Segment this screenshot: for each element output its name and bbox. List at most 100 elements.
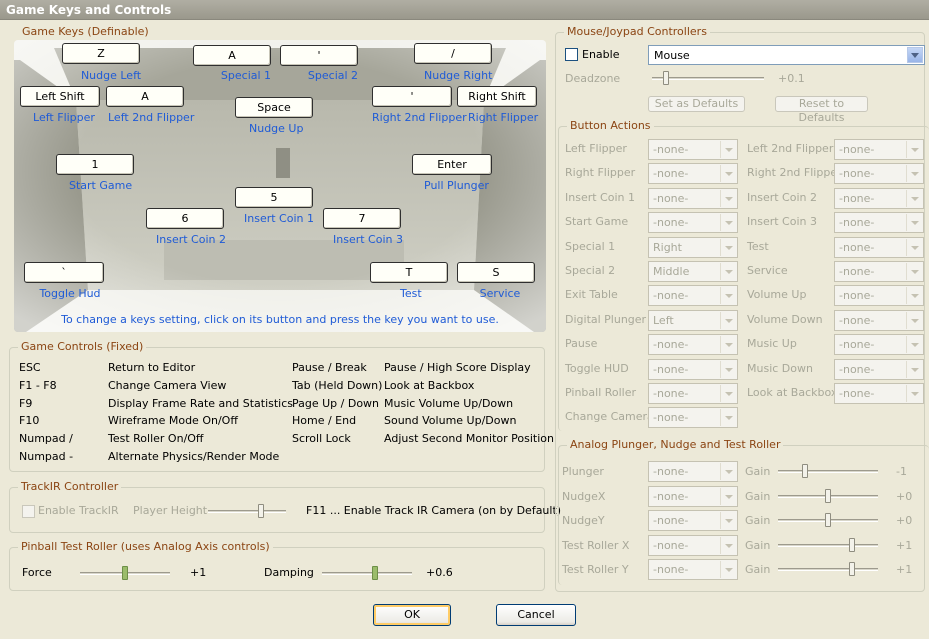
- analog-select[interactable]: -none-: [648, 534, 738, 556]
- gain-slider[interactable]: [778, 562, 878, 576]
- key-button-17[interactable]: S: [457, 262, 535, 283]
- action-select[interactable]: -none-: [648, 187, 738, 209]
- action-select[interactable]: -none-: [834, 334, 924, 356]
- chevron-down-icon[interactable]: [720, 189, 736, 207]
- chevron-down-icon[interactable]: [906, 336, 922, 354]
- key-button-11[interactable]: Enter: [412, 154, 492, 175]
- cancel-button[interactable]: Cancel: [496, 604, 576, 626]
- chevron-down-icon[interactable]: [720, 311, 736, 329]
- key-button-1[interactable]: Z: [62, 43, 140, 64]
- chevron-down-icon[interactable]: [906, 263, 922, 280]
- key-button-13[interactable]: 6: [146, 208, 224, 229]
- action-select[interactable]: Middle: [648, 261, 738, 282]
- action-select[interactable]: -none-: [834, 309, 924, 331]
- chevron-down-icon[interactable]: [720, 336, 736, 354]
- chevron-down-icon[interactable]: [720, 214, 736, 232]
- chevron-down-icon[interactable]: [720, 287, 736, 305]
- key-button-12[interactable]: 5: [235, 187, 313, 208]
- key-button-3[interactable]: ': [280, 45, 358, 66]
- action-select[interactable]: -none-: [648, 358, 738, 380]
- force-thumb[interactable]: [122, 566, 128, 580]
- action-select[interactable]: Right: [648, 236, 738, 258]
- key-button-16[interactable]: T: [370, 262, 448, 283]
- enable-mouse-checkbox[interactable]: [565, 48, 578, 61]
- chevron-down-icon[interactable]: [720, 165, 736, 183]
- key-button-6[interactable]: A: [106, 86, 184, 107]
- chevron-down-icon[interactable]: [720, 263, 736, 280]
- key-button-9[interactable]: Right Shift: [457, 86, 537, 107]
- chevron-down-icon[interactable]: [720, 238, 736, 256]
- key-button-5[interactable]: Left Shift: [20, 86, 100, 107]
- key-button-10[interactable]: 1: [56, 154, 134, 175]
- gain-thumb[interactable]: [825, 488, 831, 503]
- chevron-down-icon[interactable]: [906, 141, 922, 158]
- action-select[interactable]: -none-: [648, 212, 738, 234]
- key-button-8[interactable]: ': [372, 86, 452, 107]
- chevron-down-icon[interactable]: [906, 311, 922, 329]
- action-select[interactable]: -none-: [834, 163, 924, 185]
- action-select[interactable]: -none-: [834, 261, 924, 282]
- player-height-slider[interactable]: [208, 504, 286, 518]
- device-select[interactable]: Mouse: [648, 45, 925, 65]
- action-select[interactable]: -none-: [834, 285, 924, 307]
- enable-trackir-checkbox[interactable]: [22, 505, 35, 518]
- key-button-14[interactable]: 7: [323, 208, 401, 229]
- key-button-2[interactable]: A: [193, 45, 271, 66]
- key-button-7[interactable]: Space: [235, 97, 313, 118]
- set-defaults-button[interactable]: Set as Defaults: [648, 96, 745, 112]
- chevron-down-icon[interactable]: [720, 463, 736, 480]
- action-select[interactable]: -none-: [834, 139, 924, 160]
- chevron-down-icon[interactable]: [907, 47, 923, 63]
- action-select[interactable]: -none-: [648, 383, 738, 404]
- action-select[interactable]: -none-: [834, 358, 924, 380]
- gain-slider[interactable]: [778, 488, 878, 503]
- gain-thumb[interactable]: [825, 513, 831, 527]
- chevron-down-icon[interactable]: [720, 141, 736, 158]
- key-button-4[interactable]: /: [414, 43, 492, 64]
- ok-button[interactable]: OK: [373, 604, 451, 626]
- force-slider[interactable]: [80, 566, 170, 580]
- chevron-down-icon[interactable]: [720, 385, 736, 402]
- key-button-15[interactable]: `: [24, 262, 104, 283]
- chevron-down-icon[interactable]: [720, 487, 736, 505]
- reset-defaults-button[interactable]: Reset to Defaults: [775, 96, 868, 124]
- action-select[interactable]: Left: [648, 309, 738, 331]
- analog-select[interactable]: -none-: [648, 510, 738, 531]
- chevron-down-icon[interactable]: [720, 561, 736, 578]
- action-select[interactable]: -none-: [834, 187, 924, 209]
- damping-thumb[interactable]: [372, 566, 379, 580]
- chevron-down-icon[interactable]: [906, 165, 922, 183]
- chevron-down-icon[interactable]: [906, 189, 922, 207]
- deadzone-slider[interactable]: [652, 71, 764, 85]
- gain-thumb[interactable]: [848, 562, 855, 576]
- action-select[interactable]: -none-: [648, 163, 738, 185]
- gain-thumb[interactable]: [801, 464, 808, 478]
- chevron-down-icon[interactable]: [906, 360, 922, 378]
- damping-slider[interactable]: [322, 566, 412, 580]
- chevron-down-icon[interactable]: [720, 409, 736, 427]
- analog-select[interactable]: -none-: [648, 559, 738, 580]
- chevron-down-icon[interactable]: [906, 287, 922, 305]
- action-select[interactable]: -none-: [648, 334, 738, 356]
- gain-value: +0: [896, 514, 913, 527]
- action-select[interactable]: -none-: [834, 383, 924, 404]
- chevron-down-icon[interactable]: [720, 360, 736, 378]
- chevron-down-icon[interactable]: [906, 238, 922, 256]
- analog-select[interactable]: -none-: [648, 461, 738, 482]
- analog-select[interactable]: -none-: [648, 485, 738, 507]
- gain-slider[interactable]: [778, 537, 878, 552]
- action-select[interactable]: -none-: [834, 212, 924, 234]
- chevron-down-icon[interactable]: [906, 214, 922, 232]
- action-select[interactable]: -none-: [834, 236, 924, 258]
- action-select[interactable]: -none-: [648, 407, 738, 429]
- action-select[interactable]: -none-: [648, 139, 738, 160]
- chevron-down-icon[interactable]: [720, 512, 736, 529]
- player-height-thumb[interactable]: [258, 504, 265, 518]
- gain-slider[interactable]: [778, 464, 878, 478]
- chevron-down-icon[interactable]: [906, 385, 922, 402]
- gain-slider[interactable]: [778, 513, 878, 527]
- action-select[interactable]: -none-: [648, 285, 738, 307]
- gain-thumb[interactable]: [848, 537, 855, 552]
- chevron-down-icon[interactable]: [720, 536, 736, 554]
- deadzone-thumb[interactable]: [662, 71, 669, 85]
